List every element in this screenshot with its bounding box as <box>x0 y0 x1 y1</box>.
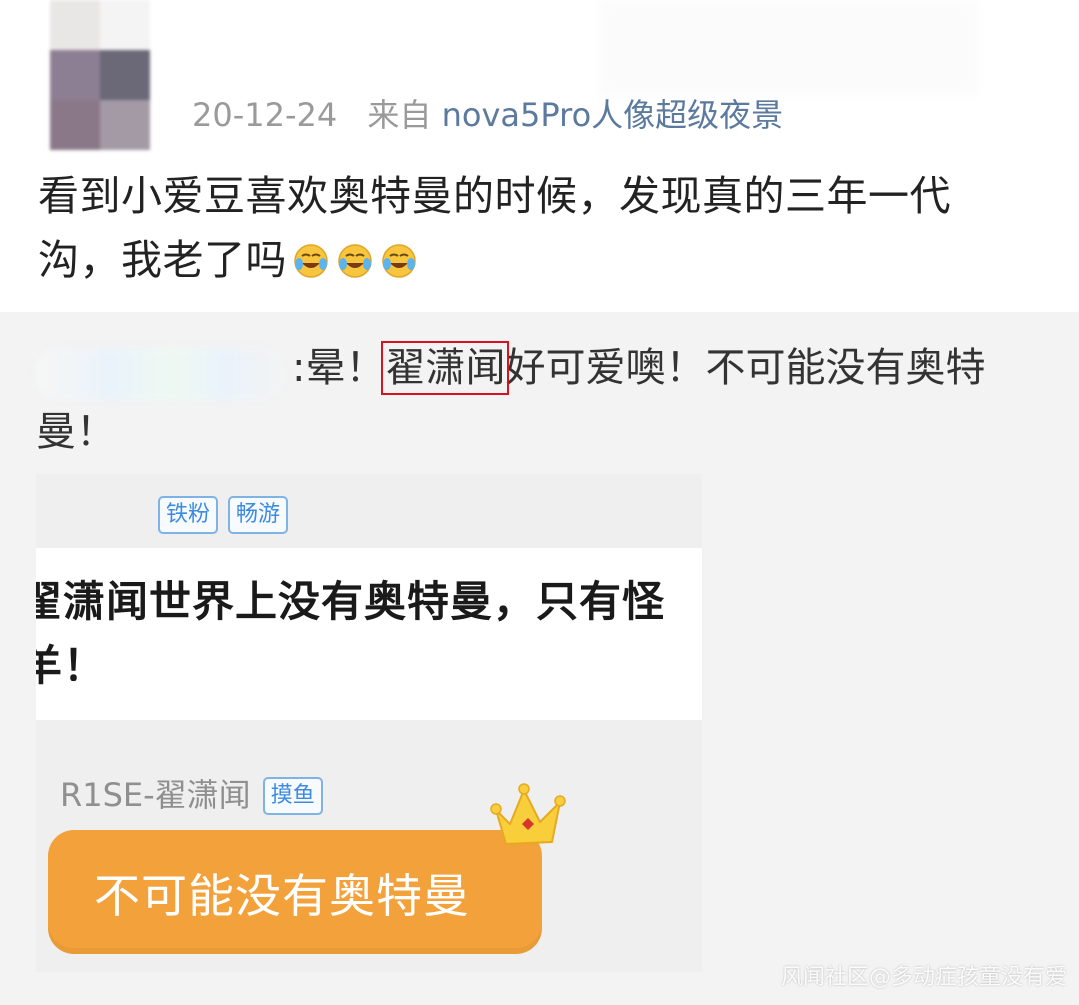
travel-badge: 畅游 <box>228 496 289 534</box>
quoted-comment: 翟潇闻世界上没有奥特曼，只有怪 羊！ <box>36 548 702 720</box>
post-text-line2: 沟，我老了吗 <box>38 236 287 284</box>
post-header: 20-12-24 来自 nova5Pro人像超级夜景 看到小爱豆喜欢奥特曼的时候… <box>0 0 1079 312</box>
avatar[interactable] <box>50 0 150 150</box>
quote-line2: 羊！ <box>36 641 107 690</box>
laughing-crying-emoji-icon <box>294 244 328 278</box>
device-link[interactable]: nova5Pro人像超级夜景 <box>442 96 784 134</box>
source-prefix: 来自 <box>367 96 432 134</box>
post-meta: 20-12-24 来自 nova5Pro人像超级夜景 <box>192 94 783 136</box>
repost-text-before: :晕！ <box>292 345 386 391</box>
laughing-crying-emoji-icon <box>382 244 416 278</box>
bubble-text: 不可能没有奥特曼 <box>94 869 470 923</box>
quote-line1: 翟潇闻世界上没有奥特曼，只有怪 <box>36 577 666 626</box>
author-badge: 摸鱼 <box>262 777 323 815</box>
repost-text-line2: 曼！ <box>36 409 116 455</box>
user-badges: 铁粉 畅游 <box>158 496 289 534</box>
repost-text: :晕！翟潇闻好可爱噢！不可能没有奥特 曼！ <box>36 336 1036 464</box>
repost-text-after: 好可爱噢！不可能没有奥特 <box>505 345 986 391</box>
highlighted-name: 翟潇闻 <box>381 341 510 395</box>
screenshot-image[interactable]: 铁粉 畅游 翟潇闻世界上没有奥特曼，只有怪 羊！ R1SE-翟潇闻 摸鱼 不可能没有… <box>36 474 702 972</box>
laughing-crying-emoji-icon <box>338 244 372 278</box>
reposted-content[interactable]: :晕！翟潇闻好可爱噢！不可能没有奥特 曼！ 铁粉 畅游 翟潇闻世界上没有奥特曼，只… <box>0 312 1079 1005</box>
fan-badge: 铁粉 <box>158 496 219 534</box>
reply-author: R1SE-翟潇闻 摸鱼 <box>60 770 323 816</box>
author-name: R1SE-翟潇闻 <box>60 776 251 814</box>
blurred-username <box>600 0 980 96</box>
post-content: 看到小爱豆喜欢奥特曼的时候，发现真的三年一代 沟，我老了吗 <box>38 164 1048 292</box>
post-text-line1: 看到小爱豆喜欢奥特曼的时候，发现真的三年一代 <box>38 172 951 220</box>
post-date: 20-12-24 <box>192 96 338 134</box>
reply-bubble: 不可能没有奥特曼 <box>48 830 542 954</box>
watermark: 风闻社区@多动症孩童没有爱 <box>780 965 1067 990</box>
crown-icon <box>490 783 566 845</box>
